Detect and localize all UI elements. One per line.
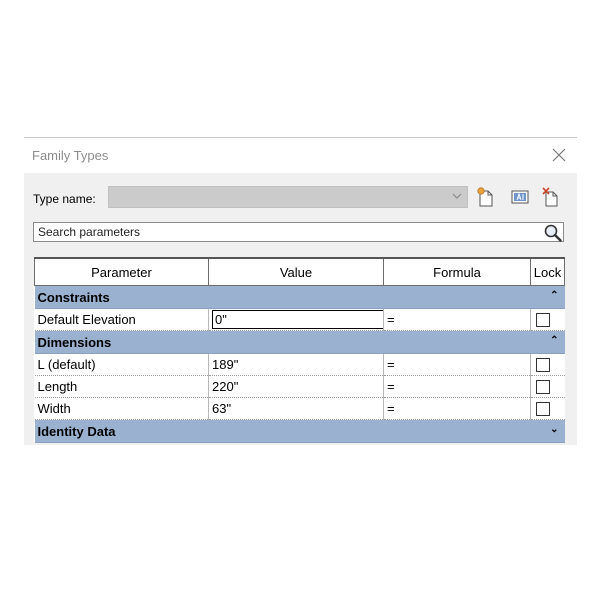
family-types-dialog: Family Types Type name: Search parameter… (24, 137, 577, 445)
dialog-title: Family Types (32, 148, 109, 163)
delete-type-icon[interactable] (540, 186, 562, 208)
type-name-label: Type name: (33, 192, 96, 206)
lock-cell (530, 375, 565, 398)
lock-cell (530, 308, 565, 331)
lock-cell (530, 397, 565, 420)
formula-cell[interactable]: = (383, 308, 531, 331)
title-bar: Family Types (24, 138, 577, 173)
new-type-icon[interactable] (475, 186, 497, 208)
collapse-icon[interactable]: ⌃ (550, 335, 558, 346)
parameter-name: Length (34, 375, 209, 398)
rename-type-icon[interactable] (509, 186, 531, 208)
column-header-lock[interactable]: Lock (530, 257, 565, 286)
group-label: Constraints (37, 289, 110, 305)
parameter-name: Width (34, 397, 209, 420)
table-row: L (default) 189" = (34, 353, 565, 376)
parameters-table: Parameter Value Formula Lock Constraints… (34, 257, 565, 443)
table-row: Length 220" = (34, 375, 565, 398)
search-input[interactable] (33, 222, 564, 242)
lock-checkbox[interactable] (536, 358, 550, 373)
value-input[interactable] (212, 310, 383, 329)
search-icon[interactable] (543, 223, 563, 243)
lock-checkbox[interactable] (536, 402, 550, 417)
group-label: Dimensions (37, 334, 112, 350)
lock-cell (530, 353, 565, 376)
value-cell[interactable]: 220" (208, 375, 384, 398)
group-row-constraints[interactable]: Constraints ⌃ (34, 285, 565, 309)
column-header-formula[interactable]: Formula (383, 257, 531, 286)
parameter-name: Default Elevation (34, 308, 209, 331)
value-cell[interactable]: 63" (208, 397, 384, 420)
column-header-value[interactable]: Value (208, 257, 384, 286)
close-icon[interactable] (550, 146, 568, 164)
expand-icon[interactable]: ⌄ (550, 424, 558, 435)
group-label: Identity Data (37, 423, 116, 439)
column-header-parameter[interactable]: Parameter (34, 257, 209, 286)
type-name-dropdown[interactable] (108, 186, 468, 208)
collapse-icon[interactable]: ⌃ (550, 290, 558, 301)
formula-cell[interactable]: = (383, 397, 531, 420)
group-row-dimensions[interactable]: Dimensions ⌃ (34, 330, 565, 354)
table-header: Parameter Value Formula Lock (34, 257, 565, 286)
formula-cell[interactable]: = (383, 353, 531, 376)
chevron-down-icon (451, 190, 463, 205)
formula-cell[interactable]: = (383, 375, 531, 398)
value-cell[interactable]: 189" (208, 353, 384, 376)
group-row-identity-data[interactable]: Identity Data ⌄ (34, 419, 565, 443)
table-row: Width 63" = (34, 397, 565, 420)
lock-checkbox[interactable] (536, 313, 550, 328)
lock-checkbox[interactable] (536, 380, 550, 395)
parameter-name: L (default) (34, 353, 209, 376)
value-cell (208, 308, 384, 331)
table-row: Default Elevation = (34, 308, 565, 331)
